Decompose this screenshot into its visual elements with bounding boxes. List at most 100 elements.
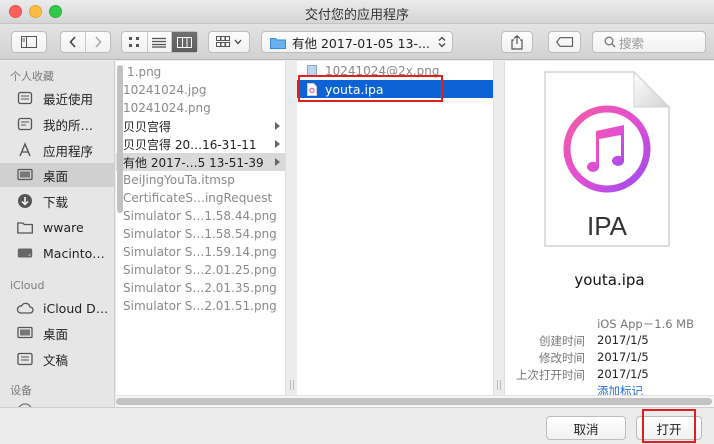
share-button[interactable] bbox=[501, 31, 533, 53]
ipa-icon-label: IPA bbox=[587, 211, 627, 241]
sidebar-item-label: 最近使用 bbox=[43, 91, 94, 107]
preview-last-opened-value: 2017/1/5 bbox=[597, 367, 649, 381]
desktop-icon bbox=[15, 165, 35, 185]
file-column-2: 10241024@2x.png youta.ipa bbox=[297, 61, 493, 407]
preview-created-value: 2017/1/5 bbox=[597, 333, 649, 347]
icon-view-button[interactable] bbox=[122, 32, 147, 52]
column-1-scrollbar[interactable] bbox=[117, 65, 123, 213]
sidebar-item-recents[interactable]: 最近使用 bbox=[0, 86, 114, 110]
sidebar-item-macintosh[interactable]: Macinto… bbox=[0, 241, 114, 265]
list-item[interactable]: 10241024.png bbox=[116, 99, 285, 117]
sidebar-item-label: 文稿 bbox=[43, 352, 69, 368]
view-mode-segment bbox=[121, 31, 198, 53]
list-item-selected-folder[interactable]: 有他 2017-…5 13-51-39 bbox=[116, 153, 285, 171]
search-field[interactable]: 搜索 bbox=[592, 31, 706, 53]
tag-icon bbox=[555, 37, 573, 47]
column-view-button[interactable] bbox=[171, 32, 197, 52]
recents-icon bbox=[15, 88, 35, 108]
sidebar-item-device-partial[interactable] bbox=[0, 399, 114, 407]
list-item[interactable]: 贝贝宫得 bbox=[116, 117, 285, 135]
column-view-icon bbox=[177, 36, 193, 48]
column-divider bbox=[493, 61, 494, 395]
sidebar-item-icloud-drive[interactable]: iCloud D… bbox=[0, 296, 114, 320]
sidebar-header-favorites: 个人收藏 bbox=[10, 70, 54, 83]
disclosure-arrow-icon bbox=[275, 158, 280, 166]
list-item[interactable]: BeiJingYouTa.itmsp bbox=[116, 171, 285, 189]
back-button[interactable] bbox=[61, 32, 85, 52]
sidebar-item-all-files[interactable]: 我的所… bbox=[0, 112, 114, 136]
hard-drive-icon bbox=[15, 243, 35, 263]
column-resize-handle[interactable] bbox=[497, 380, 501, 390]
list-item[interactable]: CertificateS…ingRequest bbox=[116, 189, 285, 207]
sidebar-item-label: iCloud D… bbox=[43, 300, 109, 316]
list-item[interactable]: 10241024.jpg bbox=[116, 81, 285, 99]
sidebar-item-desktop[interactable]: 桌面 bbox=[0, 163, 114, 187]
annotation-highlight-open-button bbox=[642, 409, 696, 443]
annotation-highlight-file bbox=[298, 75, 443, 102]
forward-button[interactable] bbox=[85, 32, 110, 52]
preview-created-label: 创建时间 bbox=[539, 334, 585, 348]
list-view-button[interactable] bbox=[146, 32, 172, 52]
sidebar-item-downloads[interactable]: 下载 bbox=[0, 189, 114, 213]
search-icon bbox=[604, 36, 616, 48]
disclosure-arrow-icon bbox=[275, 140, 280, 148]
column-divider bbox=[285, 61, 286, 395]
sidebar-item-label: wware bbox=[43, 219, 84, 235]
sidebar: 个人收藏 最近使用 我的所… 应用程序 桌面 下载 wware Macinto…… bbox=[0, 61, 115, 407]
chevron-right-icon bbox=[95, 36, 102, 48]
title-bar: 交付您的应用程序 bbox=[0, 0, 714, 24]
column-resize-handle[interactable] bbox=[290, 380, 294, 390]
sidebar-item-documents[interactable]: 文稿 bbox=[0, 347, 114, 371]
preview-pane: IPA youta.ipa iOS App－1.6 MB 创建时间 2017/1… bbox=[504, 61, 714, 407]
list-item[interactable]: Simulator S…2.01.25.png bbox=[116, 261, 285, 279]
sidebar-item-label: 桌面 bbox=[43, 326, 69, 342]
share-icon bbox=[511, 34, 523, 50]
grid-icon bbox=[216, 36, 230, 47]
preview-modified-label: 修改时间 bbox=[539, 351, 585, 365]
applications-icon bbox=[15, 140, 35, 160]
list-item[interactable]: Simulator S…1.58.44.png bbox=[116, 207, 285, 225]
sidebar-toggle-button[interactable] bbox=[11, 31, 47, 53]
folder-icon bbox=[15, 217, 35, 237]
sidebar-item-label: 应用程序 bbox=[43, 143, 94, 159]
file-column-1: 1.png 10241024.jpg 10241024.png 贝贝宫得 贝贝宫… bbox=[116, 61, 285, 407]
list-item[interactable]: Simulator S…2.01.51.png bbox=[116, 297, 285, 315]
list-item[interactable]: 1.png bbox=[116, 63, 285, 81]
bottom-bar: 取消 打开 bbox=[0, 407, 714, 444]
preview-kind: iOS App－1.6 MB bbox=[597, 317, 694, 331]
folder-icon bbox=[270, 37, 286, 49]
tags-button[interactable] bbox=[548, 31, 581, 53]
sidebar-header-devices: 设备 bbox=[10, 384, 32, 397]
nav-buttons bbox=[60, 31, 111, 53]
sidebar-icon bbox=[21, 36, 37, 48]
sidebar-item-wware[interactable]: wware bbox=[0, 215, 114, 239]
location-popup[interactable]: 有他 2017-01-05 13-... bbox=[261, 31, 453, 53]
chevron-down-icon bbox=[234, 39, 242, 45]
list-item[interactable]: Simulator S…2.01.35.png bbox=[116, 279, 285, 297]
preview-file-name: youta.ipa bbox=[574, 271, 645, 289]
arrange-menu-button[interactable] bbox=[208, 31, 250, 53]
documents-icon bbox=[15, 349, 35, 369]
icon-view-icon bbox=[129, 37, 140, 47]
cancel-button[interactable]: 取消 bbox=[546, 416, 626, 440]
horizontal-scrollbar[interactable] bbox=[116, 395, 714, 407]
chevron-left-icon bbox=[69, 36, 76, 48]
window-title: 交付您的应用程序 bbox=[304, 8, 409, 23]
sidebar-header-icloud: iCloud bbox=[10, 279, 45, 292]
list-item[interactable]: Simulator S…1.59.14.png bbox=[116, 243, 285, 261]
list-item[interactable]: Simulator S…1.58.54.png bbox=[116, 225, 285, 243]
sidebar-item-label: 桌面 bbox=[43, 168, 69, 184]
sidebar-item-icloud-desktop[interactable]: 桌面 bbox=[0, 321, 114, 345]
downloads-icon bbox=[15, 191, 35, 211]
list-item[interactable]: 贝贝宫得 20…16-31-11 bbox=[116, 135, 285, 153]
desktop-icon bbox=[15, 323, 35, 343]
icloud-icon bbox=[15, 298, 35, 318]
sidebar-item-label: Macinto… bbox=[43, 245, 105, 261]
horizontal-scrollbar-thumb[interactable] bbox=[116, 398, 712, 405]
toolbar: 有他 2017-01-05 13-... 搜索 bbox=[0, 24, 714, 60]
sidebar-item-applications[interactable]: 应用程序 bbox=[0, 138, 114, 162]
disclosure-arrow-icon bbox=[275, 122, 280, 130]
preview-modified-value: 2017/1/5 bbox=[597, 350, 649, 364]
all-files-icon bbox=[15, 114, 35, 134]
updown-chevron-icon bbox=[438, 36, 446, 48]
